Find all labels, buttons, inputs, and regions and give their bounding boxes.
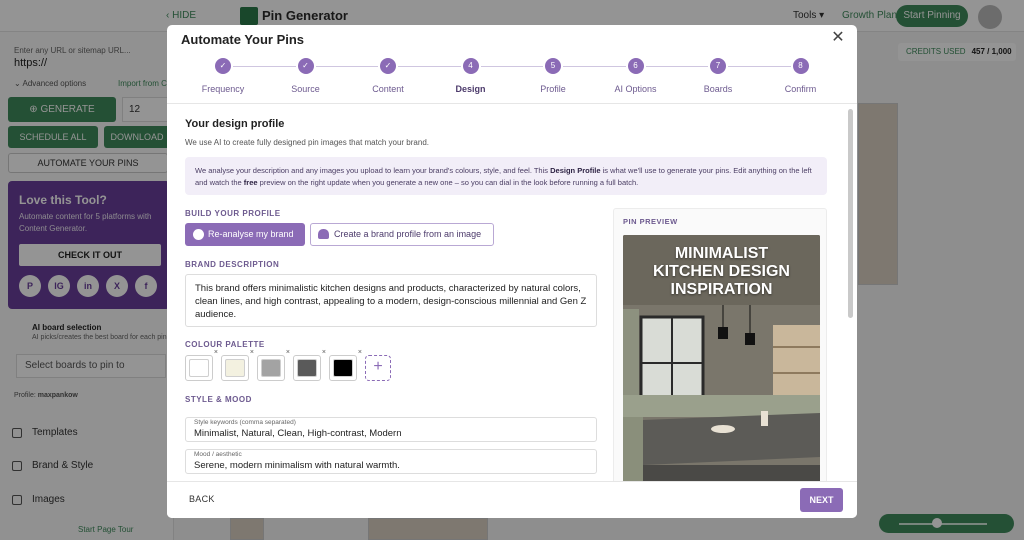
close-icon[interactable]: ✕ xyxy=(830,30,846,46)
step-label: Frequency xyxy=(201,84,245,94)
brand-description-textarea[interactable]: This brand offers minimalistic kitchen d… xyxy=(185,274,597,327)
remove-swatch-icon[interactable]: × xyxy=(358,349,362,356)
swatch-colour xyxy=(225,359,245,377)
remove-swatch-icon[interactable]: × xyxy=(250,349,254,356)
scrollbar[interactable] xyxy=(848,109,853,318)
step-confirm[interactable]: 8 Confirm xyxy=(756,58,846,94)
add-swatch-button[interactable]: + xyxy=(365,355,391,381)
check-icon: ✓ xyxy=(297,58,314,74)
step-number: 7 xyxy=(710,58,726,74)
modal-footer: BACK NEXT xyxy=(167,481,857,518)
swatch-colour xyxy=(297,359,317,377)
colour-swatch[interactable]: × xyxy=(257,349,290,381)
swatch-colour xyxy=(189,359,209,377)
step-label: Profile xyxy=(540,84,566,94)
step-label: Source xyxy=(291,84,320,94)
sparkle-icon xyxy=(193,229,204,240)
style-keywords-label: Style keywords (comma separated) xyxy=(194,419,296,426)
swatch-colour xyxy=(261,359,281,377)
swatch-colour xyxy=(333,359,353,377)
colour-swatch[interactable]: × xyxy=(185,349,218,381)
mood-label: Mood / aesthetic xyxy=(194,451,242,458)
check-icon: ✓ xyxy=(215,58,231,74)
step-label: Content xyxy=(372,84,404,94)
section-subtitle: We use AI to create fully designed pin i… xyxy=(185,138,429,147)
style-keywords-input[interactable]: Minimalist, Natural, Clean, High-contras… xyxy=(194,428,402,439)
automate-pins-modal: Automate Your Pins ✕ ✓ Frequency ✓ Source ✓ C… xyxy=(167,25,857,518)
step-boards[interactable]: 7 Boards xyxy=(673,58,763,94)
section-title: Your design profile xyxy=(185,118,285,130)
stepper: ✓ Frequency ✓ Source ✓ Content 4 Design 5 Profile… xyxy=(167,56,857,100)
check-icon: ✓ xyxy=(380,58,396,74)
colour-swatch[interactable]: × xyxy=(293,349,326,381)
reanalyse-brand-button[interactable]: Re-analyse my brand xyxy=(185,223,305,246)
step-label: AI Options xyxy=(614,84,657,94)
pin-preview-card: PIN PREVIEW MINIMALIST KITCHEN DESIGN IN… xyxy=(613,208,827,489)
remove-swatch-icon[interactable]: × xyxy=(322,349,326,356)
colour-swatch[interactable]: × xyxy=(221,349,254,381)
mood-field[interactable]: Mood / aesthetic Serene, modern minimali… xyxy=(185,449,597,474)
info-box: We analyse your description and any imag… xyxy=(185,157,827,195)
colour-swatches: × × × × × + xyxy=(185,349,391,381)
brand-description-label: BRAND DESCRIPTION xyxy=(185,260,280,269)
step-ai-options[interactable]: 6 AI Options xyxy=(591,58,681,94)
upload-cloud-icon xyxy=(318,229,329,239)
step-source[interactable]: ✓ Source xyxy=(261,58,351,94)
colour-palette-label: COLOUR PALETTE xyxy=(185,340,265,349)
colour-swatch[interactable]: × xyxy=(329,349,362,381)
style-mood-label: STYLE & MOOD xyxy=(185,395,252,404)
pin-preview-label: PIN PREVIEW xyxy=(623,217,678,226)
divider xyxy=(167,103,857,104)
step-content[interactable]: ✓ Content xyxy=(343,58,433,94)
back-button[interactable]: BACK xyxy=(189,494,215,504)
step-profile[interactable]: 5 Profile xyxy=(508,58,598,94)
step-number: 4 xyxy=(462,58,479,74)
step-number: 5 xyxy=(545,58,561,74)
remove-swatch-icon[interactable]: × xyxy=(214,349,218,356)
step-label: Confirm xyxy=(784,84,817,94)
modal-title: Automate Your Pins xyxy=(181,32,305,47)
step-number: 8 xyxy=(792,58,809,74)
remove-swatch-icon[interactable]: × xyxy=(286,349,290,356)
pin-preview-image: MINIMALIST KITCHEN DESIGN INSPIRATION xyxy=(623,235,820,489)
pin-title: MINIMALIST KITCHEN DESIGN INSPIRATION xyxy=(653,245,790,298)
step-label: Design xyxy=(455,84,486,94)
step-frequency[interactable]: ✓ Frequency xyxy=(178,58,268,94)
step-number: 6 xyxy=(627,58,644,74)
step-design[interactable]: 4 Design xyxy=(426,58,516,94)
style-keywords-field[interactable]: Style keywords (comma separated) Minimal… xyxy=(185,417,597,442)
mood-input[interactable]: Serene, modern minimalism with natural w… xyxy=(194,460,400,471)
next-button[interactable]: NEXT xyxy=(800,488,843,512)
build-profile-label: BUILD YOUR PROFILE xyxy=(185,209,281,218)
create-profile-from-image-button[interactable]: Create a brand profile from an image xyxy=(310,223,494,246)
step-label: Boards xyxy=(703,84,733,94)
